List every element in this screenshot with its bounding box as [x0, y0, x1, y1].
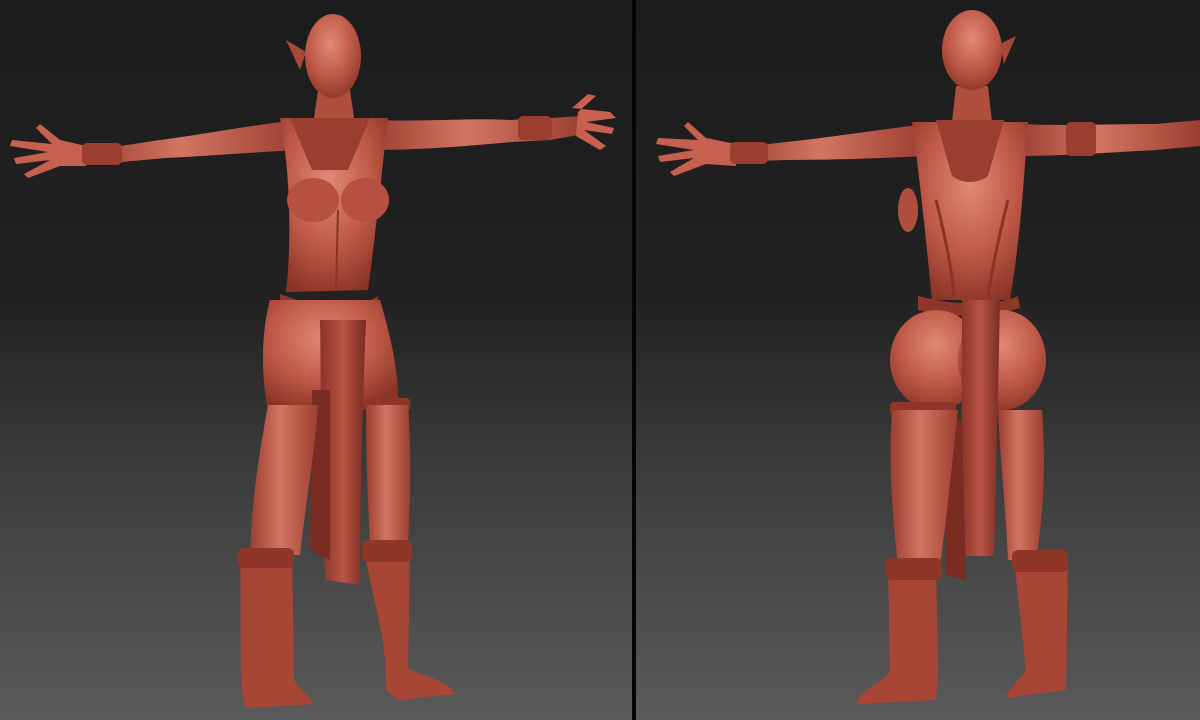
left-bracer: [82, 143, 122, 165]
chest-left: [287, 178, 339, 222]
back-left-boot: [856, 565, 938, 704]
left-hand: [10, 124, 86, 178]
right-bracer: [518, 116, 552, 140]
back-head: [942, 10, 1002, 90]
back-figure: [656, 10, 1200, 704]
back-viewport[interactable]: [636, 0, 1200, 720]
head: [305, 14, 361, 98]
back-ear: [1000, 36, 1016, 64]
right-leg: [366, 405, 411, 548]
back-side-breast: [898, 188, 918, 232]
back-right-arm: [1016, 120, 1200, 156]
front-figure: [10, 14, 616, 708]
back-right-leg: [998, 410, 1044, 560]
back-left-bracer: [730, 142, 768, 164]
left-boot: [240, 550, 314, 708]
ear: [286, 40, 306, 70]
back-loincloth: [961, 300, 1000, 556]
right-hand: [572, 94, 616, 150]
back-right-bracer: [1066, 122, 1096, 156]
left-leg: [250, 405, 318, 555]
chest-right: [341, 178, 389, 222]
sculpt-render-frame: [0, 0, 1200, 720]
front-viewport[interactable]: [0, 0, 632, 720]
back-right-boot: [1006, 556, 1068, 698]
back-left-hand: [656, 122, 736, 176]
back-neck: [952, 86, 992, 122]
right-boot: [364, 544, 456, 700]
